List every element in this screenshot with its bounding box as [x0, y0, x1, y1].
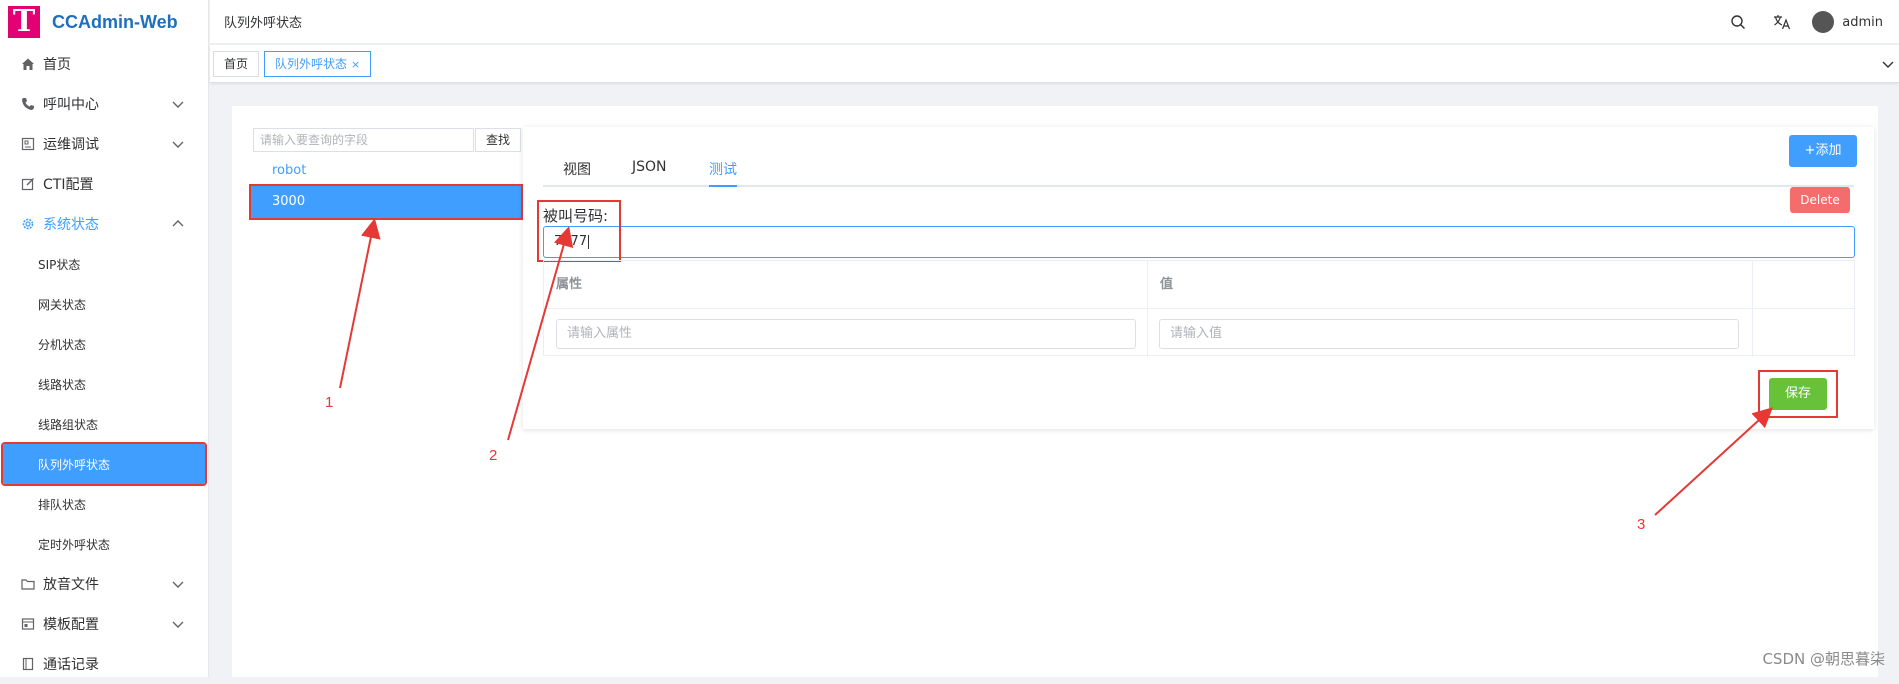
- table-header-attr: 属性: [556, 261, 582, 309]
- sidebar-item-label: 运维调试: [43, 134, 99, 154]
- list-item-robot[interactable]: robot: [252, 155, 520, 187]
- sidebar-item-call-center[interactable]: 呼叫中心: [0, 84, 208, 124]
- add-row-button[interactable]: +添加: [1789, 135, 1857, 167]
- table-header-value: 值: [1160, 261, 1173, 309]
- search-icon[interactable]: [1728, 12, 1748, 32]
- tab-view[interactable]: 视图: [563, 159, 591, 187]
- sidebar-subitem-gateway-status[interactable]: 网关状态: [0, 284, 208, 324]
- translate-icon[interactable]: [1772, 12, 1792, 32]
- sidebar-item-cti-config[interactable]: CTI配置: [0, 164, 208, 204]
- phone-icon: [19, 95, 37, 113]
- sidebar-item-label: 放音文件: [43, 574, 99, 594]
- sidebar-item-label: 通话记录: [43, 654, 99, 674]
- tags-view: 首页 队列外呼状态 ×: [210, 45, 1899, 83]
- sidebar-item-label: CTI配置: [43, 174, 93, 194]
- template-icon: [19, 615, 37, 633]
- sidebar-subitem-line-status[interactable]: 线路状态: [0, 364, 208, 404]
- chevron-down-icon: [170, 136, 186, 152]
- annotation-number-2: 2: [489, 447, 497, 464]
- value-input[interactable]: 请输入值: [1159, 319, 1739, 349]
- sidebar-item-ops-debug[interactable]: 运维调试: [0, 124, 208, 164]
- table-divider: [1147, 261, 1148, 357]
- sidebar-item-audio-files[interactable]: 放音文件: [0, 564, 208, 604]
- folder-icon: [19, 575, 37, 593]
- sidebar-item-system-status[interactable]: 系统状态: [0, 204, 208, 244]
- sidebar-item-label: 呼叫中心: [43, 94, 99, 114]
- edit-icon: [19, 175, 37, 193]
- chevron-up-icon: [170, 216, 186, 232]
- chevron-down-icon: [170, 96, 186, 112]
- sidebar-subitem-line-group-status[interactable]: 线路组状态: [0, 404, 208, 444]
- list-item-3000[interactable]: 3000: [251, 186, 521, 218]
- annotation-number-1: 1: [325, 394, 333, 411]
- tag-queue-outbound-status[interactable]: 队列外呼状态 ×: [264, 51, 371, 77]
- document-icon: [19, 655, 37, 673]
- gear-icon: [19, 215, 37, 233]
- sidebar-subitem-queue-outbound-status[interactable]: 队列外呼状态: [3, 444, 205, 484]
- sidebar-item-call-records[interactable]: 通话记录: [0, 644, 208, 684]
- app-name: CCAdmin-Web: [52, 12, 178, 33]
- table-row-divider: [544, 308, 1854, 309]
- sidebar-item-label: 系统状态: [43, 214, 99, 234]
- tab-json[interactable]: JSON: [632, 159, 667, 187]
- sidebar-subitem-queue-status[interactable]: 排队状态: [0, 484, 208, 524]
- detail-card: 视图 JSON 测试 被叫号码: 7777 属性 值 请输入属性 请输入值 +添…: [523, 127, 1874, 429]
- debug-icon: [19, 135, 37, 153]
- top-navbar: 队列外呼状态 admin: [210, 0, 1899, 44]
- sidebar-subitem-scheduled-outbound-status[interactable]: 定时外呼状态: [0, 524, 208, 564]
- sidebar-subitem-extension-status[interactable]: 分机状态: [0, 324, 208, 364]
- sidebar-item-template-config[interactable]: 模板配置: [0, 604, 208, 644]
- highlight-box-called-number: [537, 200, 621, 262]
- tab-bar: 视图 JSON 测试: [543, 127, 1854, 187]
- logo-mark: T: [8, 6, 40, 38]
- called-number-input[interactable]: 7777: [543, 226, 1855, 258]
- chevron-down-icon[interactable]: [1881, 57, 1895, 71]
- watermark: CSDN @朝思暮柒: [1762, 648, 1885, 669]
- sidebar-subitem-sip-status[interactable]: SIP状态: [0, 244, 208, 284]
- sidebar-item-home[interactable]: 首页: [0, 44, 208, 84]
- search-button[interactable]: 查找: [475, 128, 521, 152]
- tag-label: 首页: [224, 57, 248, 71]
- chevron-down-icon: [170, 616, 186, 632]
- sidebar-item-label: 首页: [43, 54, 71, 74]
- breadcrumb[interactable]: 队列外呼状态: [224, 12, 302, 31]
- highlight-box-save: [1758, 370, 1838, 418]
- search-input[interactable]: 请输入要查询的字段: [253, 128, 474, 152]
- tag-home[interactable]: 首页: [213, 51, 259, 77]
- sidebar-item-label: 模板配置: [43, 614, 99, 634]
- chevron-down-icon: [170, 576, 186, 592]
- annotation-number-3: 3: [1637, 516, 1645, 533]
- username[interactable]: admin: [1842, 15, 1883, 30]
- tag-label: 队列外呼状态: [275, 57, 347, 71]
- home-icon: [19, 55, 37, 73]
- navbar-right: admin: [1716, 0, 1899, 44]
- delete-row-button[interactable]: Delete: [1790, 187, 1850, 213]
- table-divider: [1752, 261, 1753, 357]
- logo[interactable]: T CCAdmin-Web: [0, 0, 208, 44]
- avatar[interactable]: [1812, 11, 1834, 33]
- tab-test[interactable]: 测试: [709, 159, 737, 187]
- close-icon[interactable]: ×: [351, 58, 360, 71]
- attribute-table: 属性 值 请输入属性 请输入值: [543, 260, 1855, 356]
- attr-input[interactable]: 请输入属性: [556, 319, 1136, 349]
- sidebar: T CCAdmin-Web 首页 呼叫中心 运维调试 CTI配置 系统状态 SI…: [0, 0, 209, 677]
